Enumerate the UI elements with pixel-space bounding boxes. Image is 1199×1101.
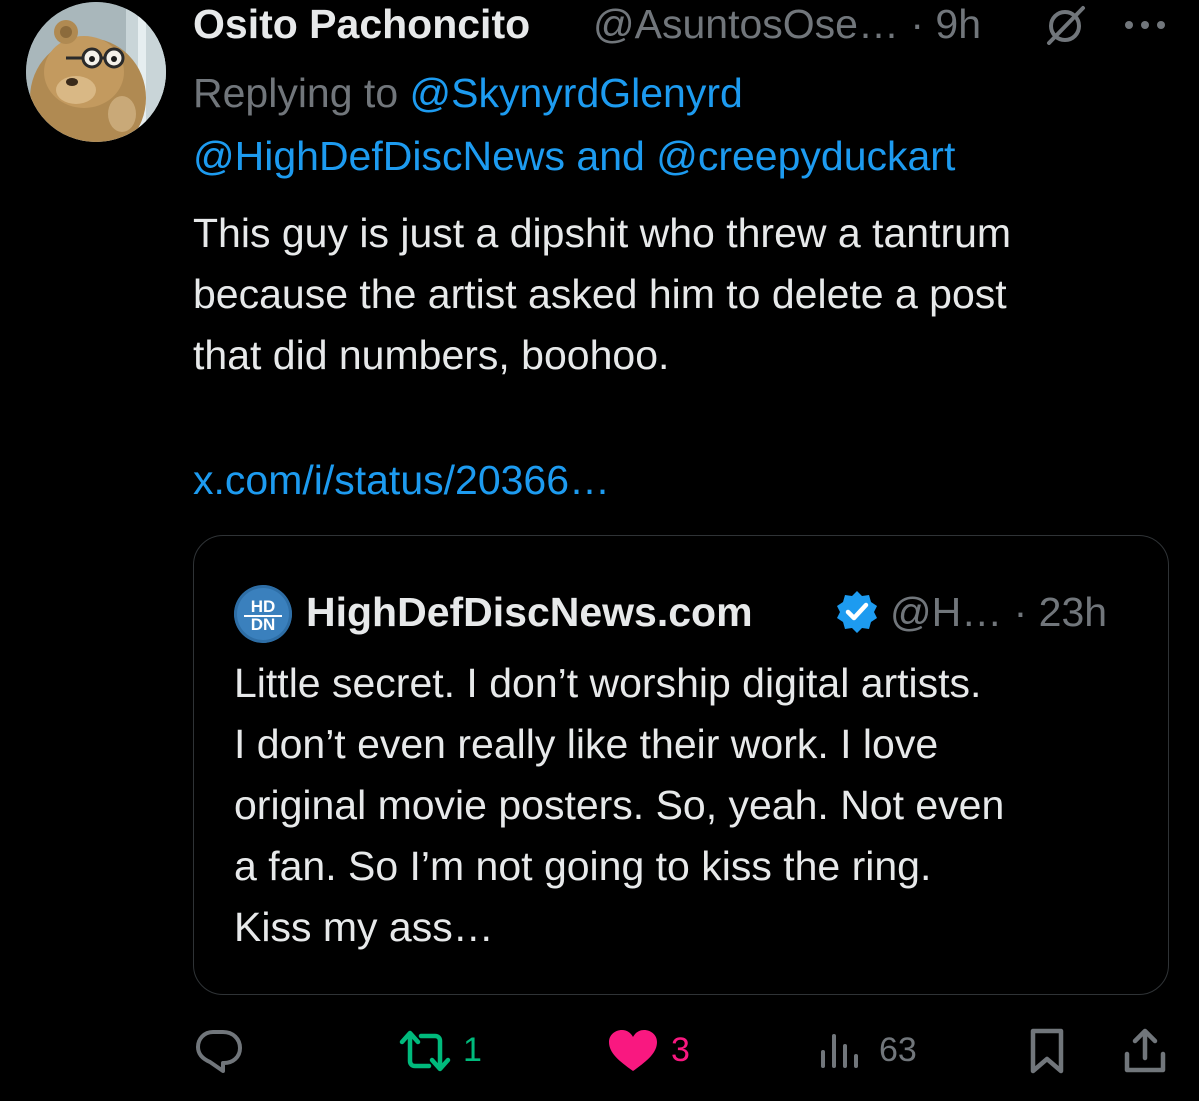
- quoted-tweet-header: HighDefDiscNews.com @H… · 23h: [306, 582, 1156, 642]
- quoted-text-line: Little secret. I don’t worship digital a…: [234, 660, 982, 706]
- share-button[interactable]: [1121, 1020, 1169, 1080]
- bookmark-button[interactable]: [1025, 1020, 1069, 1080]
- retweet-count: 1: [463, 1031, 482, 1069]
- tweet-text: This guy is just a dipshit who threw a t…: [193, 203, 1183, 386]
- quoted-text-line: a fan. So I’m not going to kiss the ring…: [234, 843, 932, 889]
- reply-button[interactable]: [193, 1020, 245, 1080]
- heart-icon: [609, 1030, 657, 1071]
- quoted-text-line: Kiss my ass…: [234, 904, 494, 950]
- bookmark-icon: [1030, 1028, 1064, 1074]
- verified-badge-icon[interactable]: [834, 589, 880, 635]
- replying-to-line: Replying to @SkynyrdGlenyrd: [193, 64, 1183, 122]
- tweet-text-line: because the artist asked him to delete a…: [193, 271, 1007, 317]
- replying-to-label: Replying to: [193, 70, 399, 116]
- retweet-button[interactable]: 1: [397, 1020, 487, 1080]
- reply-icon: [196, 1030, 242, 1073]
- mention-skynyrdglenyrd[interactable]: @SkynyrdGlenyrd: [410, 70, 743, 116]
- tweet-text-line: This guy is just a dipshit who threw a t…: [193, 210, 1012, 256]
- quoted-tweet-text: Little secret. I don’t worship digital a…: [234, 653, 1154, 958]
- quoted-text-line: original movie posters. So, yeah. Not ev…: [234, 782, 1005, 828]
- like-button[interactable]: 3: [607, 1020, 697, 1080]
- tweet-header: Osito Pachoncito @AsuntosOse… · 9h: [193, 0, 1183, 48]
- quoted-author-name[interactable]: HighDefDiscNews.com: [306, 582, 753, 642]
- views-bar-chart-icon: [821, 1034, 858, 1068]
- mention-highdefdiscnews[interactable]: @HighDefDiscNews: [193, 133, 565, 179]
- more-icon[interactable]: [1121, 5, 1169, 45]
- svg-text:DN: DN: [251, 615, 276, 634]
- author-avatar[interactable]: [26, 2, 166, 142]
- tweet-status-link[interactable]: x.com/i/status/20366…: [193, 450, 610, 510]
- replying-conjunction: and: [576, 133, 645, 179]
- quoted-text-line: I don’t even really like their work. I l…: [234, 721, 939, 767]
- author-display-name[interactable]: Osito Pachoncito: [193, 0, 530, 48]
- like-count: 3: [671, 1031, 690, 1069]
- quoted-avatar-lettering: HD: [251, 597, 276, 616]
- retweet-icon: [399, 1030, 451, 1072]
- author-handle-and-time[interactable]: @AsuntosOse… · 9h: [593, 0, 981, 48]
- quoted-tweet-card[interactable]: HD DN HighDefDiscNews.com @H… · 23h Litt…: [193, 535, 1169, 995]
- share-icon: [1124, 1028, 1166, 1073]
- tweet-action-bar: 1 3 63: [193, 1020, 1183, 1080]
- tweet-text-line: that did numbers, boohoo.: [193, 332, 670, 378]
- mention-creepyduckart[interactable]: @creepyduckart: [656, 133, 955, 179]
- views-count: 63: [879, 1031, 917, 1069]
- replying-to-line-2: @HighDefDiscNews and @creepyduckart: [193, 127, 1183, 185]
- grok-icon[interactable]: [1043, 5, 1089, 45]
- quoted-handle-and-time[interactable]: @H… · 23h: [890, 582, 1107, 642]
- bear-with-glasses-avatar-image: [26, 2, 166, 142]
- views-button[interactable]: 63: [817, 1020, 927, 1080]
- quoted-author-avatar[interactable]: HD DN: [234, 585, 292, 643]
